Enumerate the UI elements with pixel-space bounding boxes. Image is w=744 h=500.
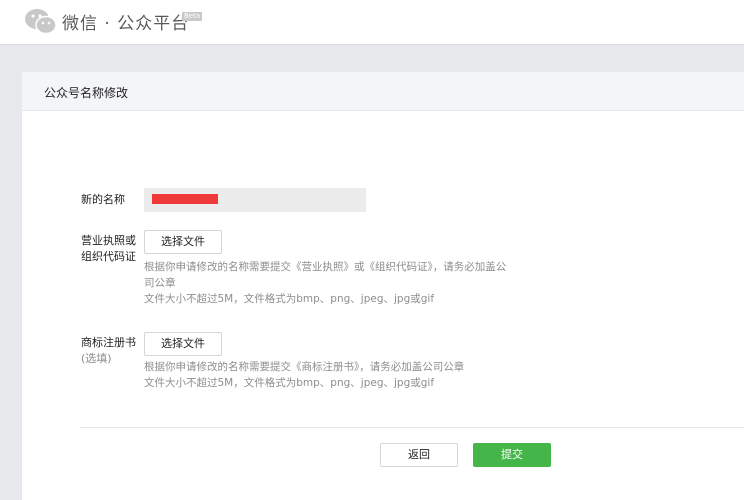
top-bar: 微信 · 公众平台 Beta (0, 0, 744, 45)
submit-button[interactable]: 提交 (473, 443, 551, 467)
trademark-hint-line2: 文件大小不超过5M，文件格式为bmp、png、jpeg、jpg或gif (144, 377, 435, 389)
business-license-hint-line3: 文件大小不超过5M，文件格式为bmp、png、jpeg、jpg或gif (144, 293, 435, 305)
new-name-label: 新的名称 (81, 193, 125, 206)
beta-badge: Beta (182, 12, 203, 21)
business-license-label-line2: 组织代码证 (81, 250, 136, 263)
business-license-hint: 根据你申请修改的名称需要提交《营业执照》或《组织代码证》，请务必加盖公 司公章 … (144, 259, 516, 307)
rename-panel: 公众号名称修改 新的名称 营业执照或 组织代码证 选择文件 根据你申请修改的名称… (22, 72, 744, 500)
trademark-label-main: 商标注册书 (81, 336, 136, 349)
business-license-label-line1: 营业执照或 (81, 234, 136, 247)
panel-header: 公众号名称修改 (22, 72, 744, 111)
trademark-choose-file-button[interactable]: 选择文件 (144, 332, 222, 356)
business-license-hint-line2: 司公章 (144, 277, 176, 289)
page-title: 公众号名称修改 (44, 86, 129, 100)
business-license-hint-line1: 根据你申请修改的名称需要提交《营业执照》或《组织代码证》，请务必加盖公 (144, 261, 507, 273)
wechat-logo-icon[interactable] (24, 8, 58, 36)
redacted-name-value (152, 194, 218, 204)
trademark-optional-note: (选填) (81, 352, 112, 365)
brand-title[interactable]: 微信 · 公众平台 (62, 9, 189, 34)
trademark-hint-line1: 根据你申请修改的名称需要提交《商标注册书》，请务必加盖公司公章 (144, 361, 465, 373)
divider (80, 427, 744, 428)
trademark-label: 商标注册书 (选填) (81, 335, 136, 367)
business-license-label: 营业执照或 组织代码证 (81, 233, 136, 265)
new-name-field[interactable] (144, 188, 366, 212)
trademark-hint: 根据你申请修改的名称需要提交《商标注册书》，请务必加盖公司公章 文件大小不超过5… (144, 359, 516, 391)
back-button[interactable]: 返回 (380, 443, 458, 467)
business-license-choose-file-button[interactable]: 选择文件 (144, 230, 222, 254)
